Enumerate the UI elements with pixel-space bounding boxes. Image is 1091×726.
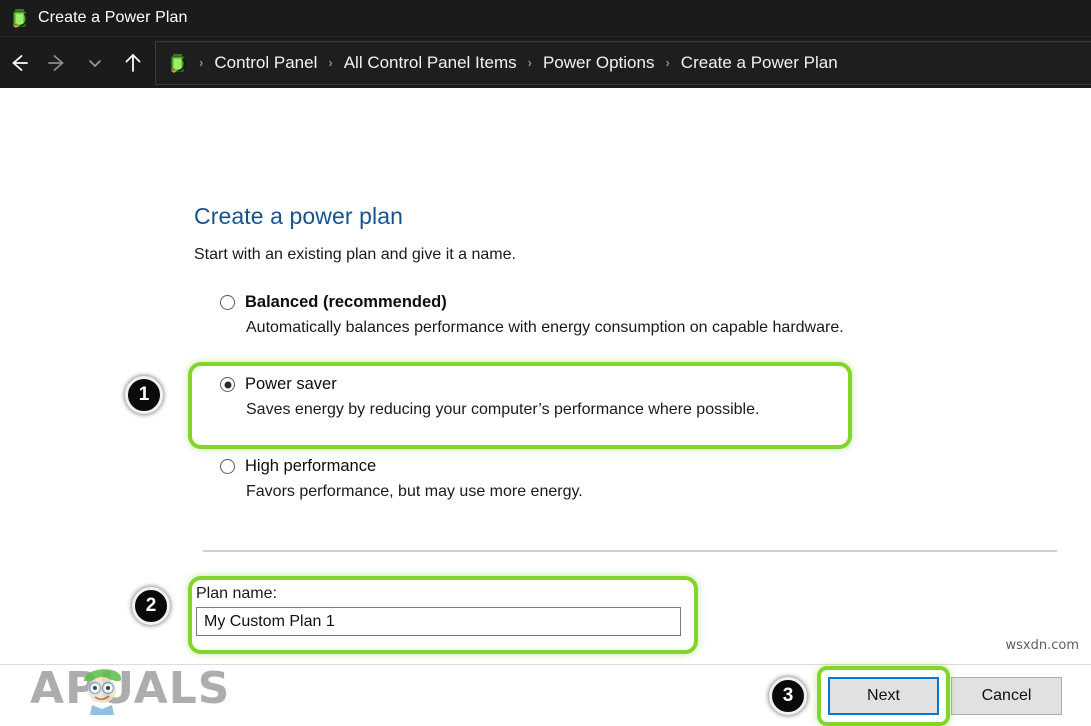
radio-high-performance[interactable] <box>220 459 235 474</box>
plan-option-balanced-label: Balanced (recommended) <box>245 293 447 312</box>
step-badge-1: 1 <box>125 376 163 414</box>
breadcrumb-item-control-panel[interactable]: Control Panel <box>214 53 317 73</box>
breadcrumb-separator-3: › <box>654 55 680 70</box>
arrow-right-icon <box>45 51 69 75</box>
step-badge-2-number: 2 <box>146 595 157 617</box>
plan-option-power-saver-description: Saves energy by reducing your computer’s… <box>246 401 759 419</box>
forward-button[interactable] <box>38 37 76 89</box>
breadcrumb-separator-1: › <box>317 55 343 70</box>
breadcrumb-item-all-control-panel-items[interactable]: All Control Panel Items <box>344 53 517 73</box>
address-bar[interactable]: › Control Panel › All Control Panel Item… <box>155 41 1091 85</box>
page-title: Create a power plan <box>194 203 403 230</box>
window-title: Create a Power Plan <box>38 9 188 27</box>
window-title-bar: Create a Power Plan <box>0 0 1091 36</box>
plan-option-power-saver-header[interactable]: Power saver <box>220 375 759 394</box>
section-divider <box>203 550 1057 552</box>
recent-locations-button[interactable] <box>76 37 114 89</box>
plan-option-high-performance[interactable]: High performance Favors performance, but… <box>220 457 583 501</box>
plan-option-balanced-description: Automatically balances performance with … <box>246 319 844 337</box>
appuals-watermark-prefix: A <box>30 663 65 714</box>
up-button[interactable] <box>114 37 152 89</box>
radio-power-saver[interactable] <box>220 377 235 392</box>
plan-option-balanced[interactable]: Balanced (recommended) Automatically bal… <box>220 293 844 337</box>
plan-name-label: Plan name: <box>196 585 277 603</box>
plan-name-input[interactable] <box>196 607 681 636</box>
chevron-down-icon <box>85 53 105 73</box>
cancel-button-label: Cancel <box>982 687 1032 705</box>
site-watermark: wsxdn.com <box>1006 638 1080 653</box>
main-content: Create a power plan Start with an existi… <box>0 88 1091 659</box>
breadcrumb-item-power-options[interactable]: Power Options <box>543 53 655 73</box>
arrow-left-icon <box>7 51 31 75</box>
plan-option-high-performance-header[interactable]: High performance <box>220 457 583 476</box>
step-badge-3: 3 <box>769 677 807 715</box>
step-badge-3-number: 3 <box>783 685 794 707</box>
back-button[interactable] <box>0 37 38 89</box>
navigation-bar: › Control Panel › All Control Panel Item… <box>0 36 1091 88</box>
appuals-watermark: A PUALS <box>30 663 230 714</box>
next-button-label: Next <box>867 687 900 705</box>
step-badge-1-number: 1 <box>139 384 150 406</box>
cancel-button[interactable]: Cancel <box>951 677 1062 715</box>
step-badge-2: 2 <box>132 587 170 625</box>
plan-option-high-performance-description: Favors performance, but may use more ene… <box>246 483 583 501</box>
battery-icon <box>166 52 188 74</box>
battery-icon <box>8 7 30 29</box>
plan-option-high-performance-label: High performance <box>245 457 376 476</box>
plan-option-power-saver[interactable]: Power saver Saves energy by reducing you… <box>220 375 759 419</box>
nav-button-group <box>0 37 155 88</box>
plan-option-power-saver-label: Power saver <box>245 375 337 394</box>
radio-balanced[interactable] <box>220 295 235 310</box>
breadcrumb-separator-2: › <box>517 55 543 70</box>
next-button[interactable]: Next <box>828 677 939 715</box>
page-subtitle: Start with an existing plan and give it … <box>194 246 516 264</box>
appuals-mascot-icon <box>76 659 128 715</box>
arrow-up-icon <box>121 51 145 75</box>
breadcrumb-separator-0: › <box>188 55 214 70</box>
plan-option-balanced-header[interactable]: Balanced (recommended) <box>220 293 844 312</box>
breadcrumb-item-create-a-power-plan[interactable]: Create a Power Plan <box>681 53 838 73</box>
